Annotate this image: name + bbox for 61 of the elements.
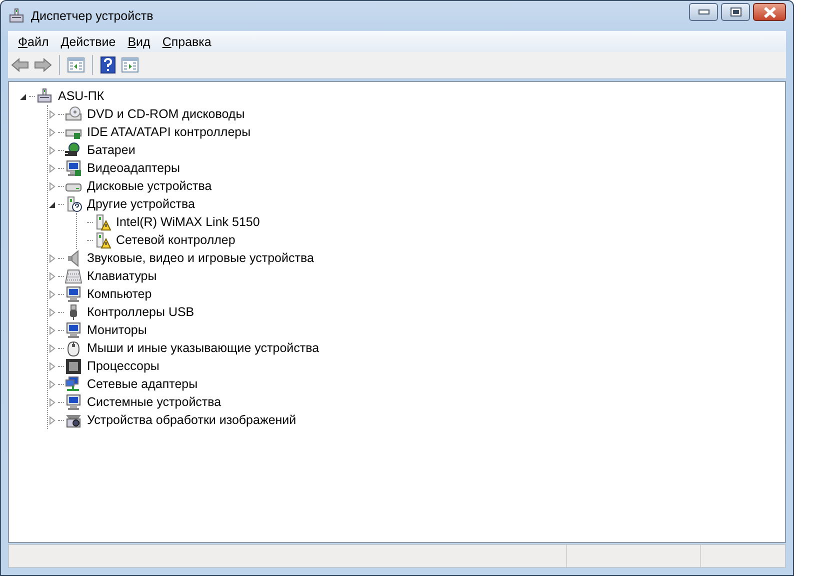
- tree-item[interactable]: Устройства обработки изображений: [86, 412, 298, 428]
- expand-arrow-icon[interactable]: [48, 182, 56, 190]
- mouse-icon: [65, 340, 82, 356]
- expand-arrow-icon[interactable]: [48, 416, 56, 424]
- display-adapter-icon: [65, 160, 82, 176]
- collapse-arrow-icon[interactable]: [19, 92, 27, 100]
- minimize-icon: [698, 9, 710, 15]
- minimize-button[interactable]: [689, 3, 718, 21]
- tree-item[interactable]: Мониторы: [86, 322, 148, 338]
- tree-item[interactable]: Другие устройства: [86, 196, 196, 212]
- tree-item[interactable]: IDE ATA/ATAPI контроллеры: [86, 124, 252, 140]
- expand-arrow-icon[interactable]: [48, 290, 56, 298]
- unknown-device-icon: [65, 196, 82, 212]
- collapse-arrow-icon[interactable]: [48, 200, 56, 208]
- expand-arrow-icon[interactable]: [48, 254, 56, 262]
- help-button[interactable]: [99, 54, 117, 76]
- tree-item[interactable]: Видеоадаптеры: [86, 160, 181, 176]
- window-title: Диспетчер устройств: [31, 9, 154, 23]
- expand-arrow-icon[interactable]: [48, 308, 56, 316]
- computer-icon: [36, 88, 53, 104]
- maximize-icon: [730, 7, 742, 17]
- computer-icon: [65, 286, 82, 302]
- system-device-icon: [65, 394, 82, 410]
- tree-item[interactable]: Дисковые устройства: [86, 178, 213, 194]
- expand-arrow-icon[interactable]: [48, 380, 56, 388]
- expand-arrow-icon[interactable]: [48, 146, 56, 154]
- expand-arrow-icon[interactable]: [48, 110, 56, 118]
- battery-icon: [65, 142, 82, 158]
- menu-item[interactable]: Вид: [122, 34, 156, 48]
- menu-item[interactable]: Справка: [156, 34, 218, 48]
- monitor-icon: [65, 322, 82, 338]
- network-adapter-icon: [65, 376, 82, 392]
- menu-item[interactable]: Действие: [54, 34, 122, 48]
- expand-arrow-icon[interactable]: [48, 398, 56, 406]
- tree-item[interactable]: ASU-ПК: [57, 88, 106, 104]
- menu-item[interactable]: Файл: [12, 34, 55, 48]
- tree-item[interactable]: Контроллеры USB: [86, 304, 196, 320]
- tree-item[interactable]: Сетевые адаптеры: [86, 376, 199, 392]
- tree-item[interactable]: Intel(R) WiMAX Link 5150: [115, 214, 261, 230]
- tree-item[interactable]: Клавиатуры: [86, 268, 158, 284]
- tree-item[interactable]: Процессоры: [86, 358, 160, 374]
- tree-item[interactable]: Мыши и иные указывающие устройства: [86, 340, 320, 356]
- expand-arrow-icon[interactable]: [48, 326, 56, 334]
- computer-icon: [8, 8, 25, 24]
- maximize-button[interactable]: [721, 3, 750, 21]
- expand-arrow-icon[interactable]: [48, 164, 56, 172]
- expand-arrow-icon[interactable]: [48, 344, 56, 352]
- tree-item[interactable]: Системные устройства: [86, 394, 222, 410]
- expand-arrow-icon[interactable]: [48, 362, 56, 370]
- disc-drive-icon: [65, 106, 82, 122]
- close-button[interactable]: [753, 3, 786, 21]
- expand-arrow-icon[interactable]: [48, 128, 56, 136]
- tree-item[interactable]: Звуковые, видео и игровые устройства: [86, 250, 315, 266]
- close-icon: [762, 6, 776, 18]
- processor-icon: [65, 358, 82, 374]
- tree-item[interactable]: Компьютер: [86, 286, 153, 302]
- tree-item[interactable]: Батареи: [86, 142, 136, 158]
- expand-arrow-icon[interactable]: [48, 272, 56, 280]
- tree-item[interactable]: Сетевой контроллер: [115, 232, 236, 248]
- tree-item[interactable]: DVD и CD-ROM дисководы: [86, 106, 246, 122]
- keyboard-icon: [65, 268, 82, 284]
